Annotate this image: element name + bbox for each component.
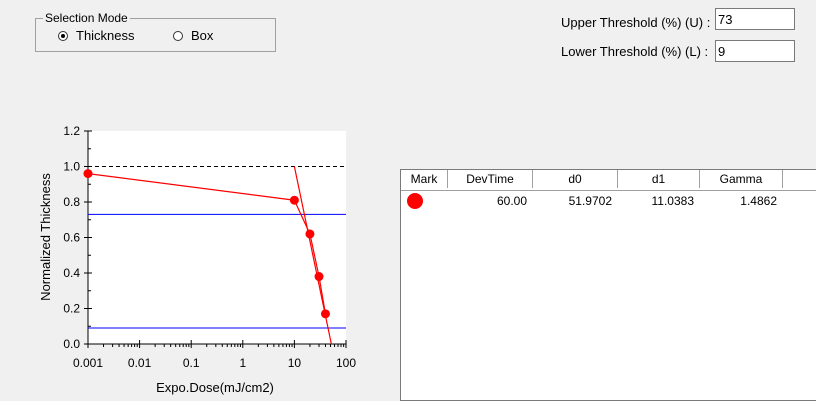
cell-d0: 51.9702: [568, 194, 612, 208]
radio-unchecked-icon[interactable]: [173, 30, 183, 41]
col-gamma[interactable]: Gamma: [700, 170, 783, 188]
col-mark[interactable]: Mark: [401, 170, 448, 188]
data-point[interactable]: [314, 272, 324, 282]
radio-box[interactable]: Box: [173, 28, 213, 43]
x-tick-label: 0.1: [183, 356, 200, 370]
table-header: Mark DevTime d0 d1 Gamma: [401, 170, 816, 191]
y-axis-label: Normalized Thickness: [38, 173, 53, 301]
selection-mode-title: Selection Mode: [43, 11, 130, 25]
data-point[interactable]: [305, 229, 315, 239]
col-filler: [783, 170, 816, 188]
y-tick-label: 0.0: [63, 337, 80, 351]
col-d0[interactable]: d0: [533, 170, 618, 188]
radio-box-label: Box: [191, 28, 214, 43]
table-row[interactable]: 60.00 51.9702 11.0383 1.4862: [401, 191, 816, 211]
cell-d1: 11.0383: [651, 194, 695, 208]
cell-devtime: 60.00: [496, 194, 527, 208]
results-table[interactable]: Mark DevTime d0 d1 Gamma 60.00 51.9702 1…: [400, 169, 816, 401]
radio-checked-icon[interactable]: [58, 30, 68, 41]
red-dot-icon: [407, 193, 423, 209]
x-tick-label: 0.001: [73, 356, 103, 370]
radio-thickness[interactable]: Thickness: [58, 28, 135, 43]
contrast-curve-chart: 0.00.20.40.60.81.01.20.001 0.01 0.1 1 10 100 …: [38, 124, 356, 395]
col-devtime[interactable]: DevTime: [448, 170, 533, 188]
upper-threshold-input[interactable]: [715, 8, 795, 30]
data-point[interactable]: [83, 169, 93, 179]
radio-thickness-label[interactable]: Thickness: [76, 28, 135, 43]
data-point[interactable]: [320, 309, 330, 319]
selection-mode-group: Selection Mode Thickness Box: [35, 11, 276, 52]
x-tick-label: 100: [336, 356, 356, 370]
y-tick-label: 1.2: [63, 124, 80, 138]
x-tick-label: 10: [288, 356, 302, 370]
y-tick-label: 1.0: [63, 160, 80, 174]
lower-threshold-input[interactable]: [715, 40, 795, 62]
x-tick-label: 1: [239, 356, 246, 370]
y-tick-label: 0.6: [63, 231, 80, 245]
cell-gamma: 1.4862: [740, 194, 777, 208]
col-d1[interactable]: d1: [618, 170, 700, 188]
x-tick-label: 0.01: [128, 356, 152, 370]
lower-threshold-label: Lower Threshold (%) (L) :: [561, 44, 709, 59]
data-point[interactable]: [289, 195, 299, 205]
y-tick-label: 0.8: [63, 195, 80, 209]
y-tick-label: 0.4: [63, 266, 80, 280]
y-tick-label: 0.2: [63, 302, 80, 316]
cell-mark: [401, 193, 448, 209]
upper-threshold-label: Upper Threshold (%) (U) :: [561, 15, 711, 30]
x-axis-label: Expo.Dose(mJ/cm2): [156, 380, 274, 395]
